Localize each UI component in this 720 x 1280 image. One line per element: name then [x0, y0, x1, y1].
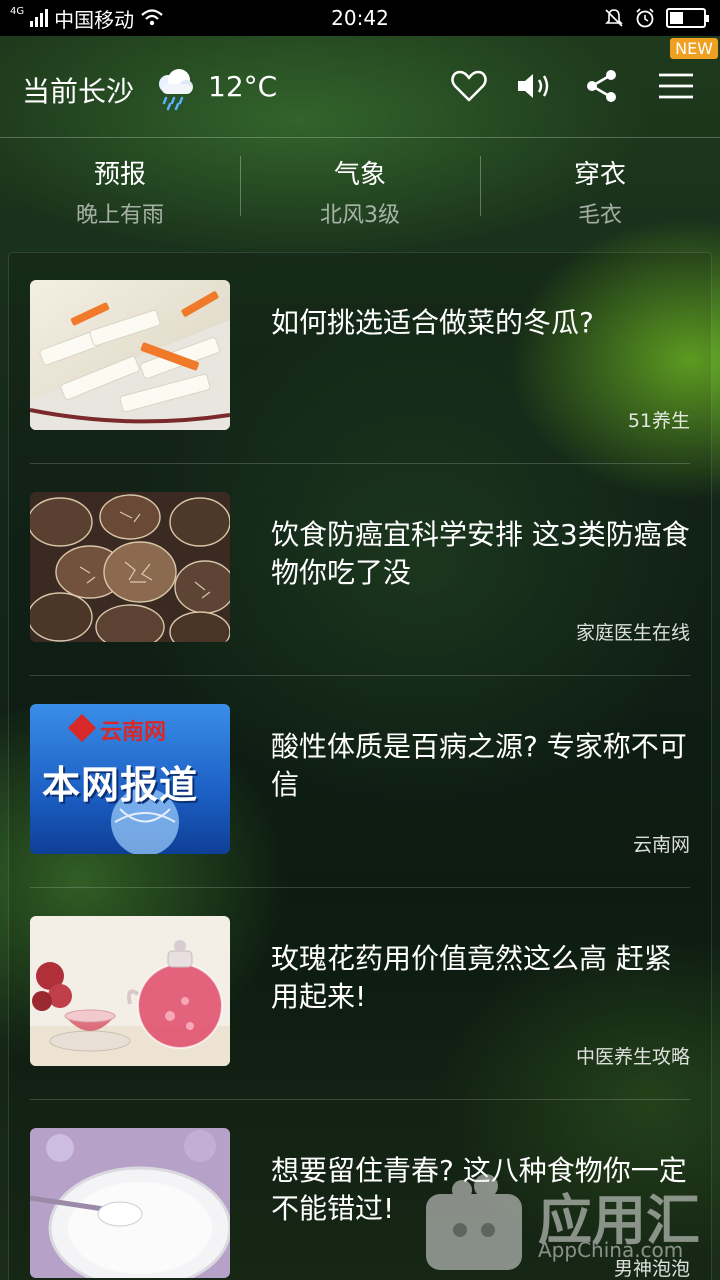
- share-icon[interactable]: [582, 66, 622, 106]
- info-sub: 毛衣: [577, 203, 622, 228]
- watermark-domain: AppChina.com: [538, 1238, 684, 1262]
- news-title: 饮食防癌宜科学安排 这3类防癌食物你吃了没: [271, 518, 690, 589]
- news-item[interactable]: 云南网 本网报道 酸性体质是百病之源? 专家称不可信 云南网: [30, 676, 690, 888]
- news-thumbnail: [30, 280, 230, 430]
- appchina-watermark: 应用汇 AppChina.com: [420, 1160, 720, 1280]
- news-source: 51养生: [627, 410, 690, 432]
- info-forecast[interactable]: 预报 晚上有雨: [0, 138, 240, 234]
- new-badge: NEW: [670, 38, 718, 59]
- news-title: 如何挑选适合做菜的冬瓜?: [271, 306, 594, 339]
- carrier-name: 中国移动: [54, 7, 135, 32]
- news-item[interactable]: 如何挑选适合做菜的冬瓜? 51养生: [30, 252, 690, 464]
- news-thumbnail: [30, 492, 230, 642]
- news-thumbnail: [30, 916, 230, 1066]
- info-title: 穿衣: [573, 160, 626, 190]
- weather-info-row: 预报 晚上有雨 气象 北风3级 穿衣 毛衣: [0, 138, 720, 234]
- news-source: 云南网: [632, 834, 690, 856]
- news-title: 玫瑰花药用价值竟然这么高 赶紧用起来!: [271, 942, 672, 1013]
- info-title: 预报: [93, 160, 146, 190]
- news-source: 家庭医生在线: [575, 622, 690, 644]
- speaker-icon[interactable]: [514, 66, 554, 106]
- rain-cloud-icon: [159, 69, 193, 111]
- alarm-icon: [636, 8, 654, 28]
- news-title: 酸性体质是百病之源? 专家称不可信: [271, 730, 687, 801]
- info-meteorology[interactable]: 气象 北风3级: [240, 138, 480, 234]
- mute-bell-icon: [605, 9, 623, 27]
- news-item[interactable]: 饮食防癌宜科学安排 这3类防癌食物你吃了没 家庭医生在线: [30, 464, 690, 676]
- current-location[interactable]: 当前长沙: [22, 70, 134, 110]
- weather-header: 当前长沙 12°C NEW: [0, 36, 720, 138]
- signal-icon: [30, 9, 49, 27]
- news-thumbnail: [30, 1128, 230, 1278]
- info-sub: 北风3级: [320, 203, 400, 228]
- info-title: 气象: [333, 160, 386, 190]
- news-thumbnail: 云南网 本网报道: [30, 704, 230, 854]
- appchina-logo-icon: [426, 1174, 522, 1270]
- menu-icon[interactable]: [656, 66, 696, 106]
- network-type: 4G: [10, 6, 25, 17]
- heart-icon[interactable]: [449, 66, 489, 106]
- wifi-icon: [141, 9, 163, 26]
- news-source: 中医养生攻略: [575, 1046, 690, 1068]
- news-item[interactable]: 玫瑰花药用价值竟然这么高 赶紧用起来! 中医养生攻略: [30, 888, 690, 1100]
- status-bar: 4G 中国移动 20:42: [0, 0, 720, 36]
- info-sub: 晚上有雨: [75, 203, 164, 228]
- temperature: 12°C: [208, 70, 278, 103]
- info-clothing[interactable]: 穿衣 毛衣: [480, 138, 720, 234]
- image-brand-text: 云南网: [100, 719, 167, 745]
- image-headline-text: 本网报道: [42, 763, 199, 807]
- battery-icon: [666, 8, 709, 28]
